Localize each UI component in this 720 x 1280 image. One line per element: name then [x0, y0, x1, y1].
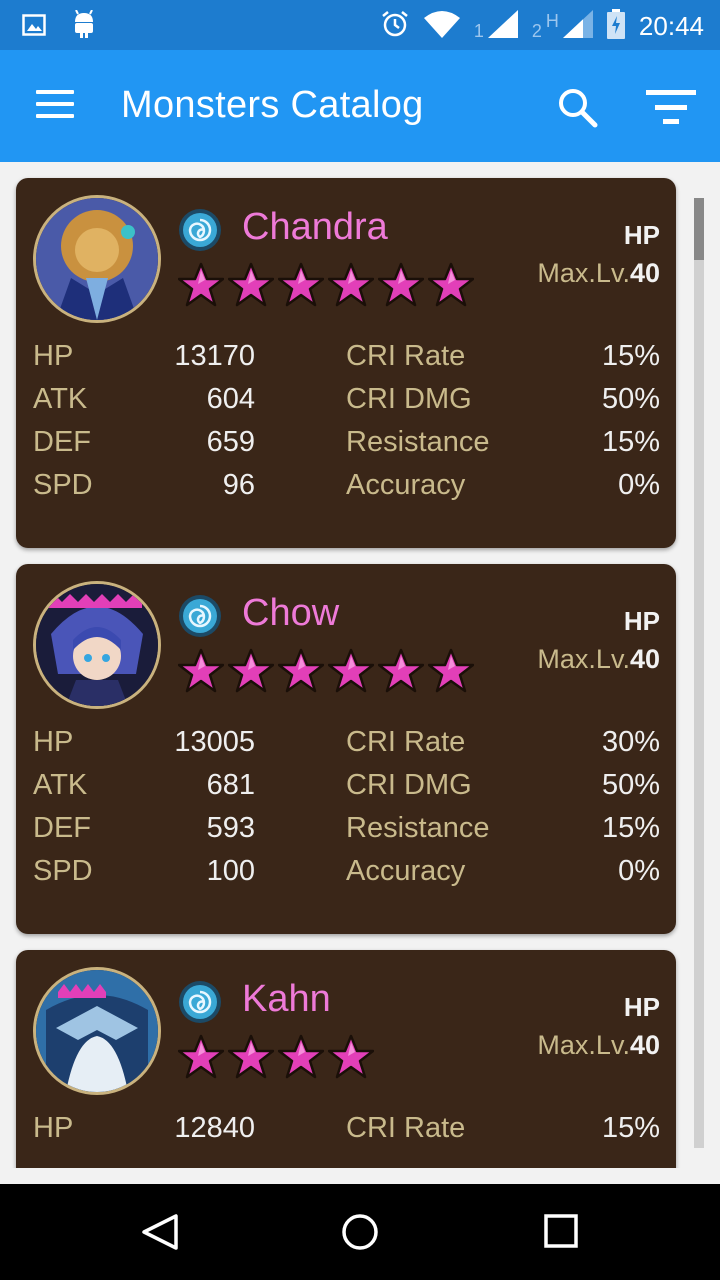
search-icon[interactable]	[556, 86, 600, 130]
scrollbar[interactable]	[694, 198, 704, 1148]
app-title: Monsters Catalog	[121, 84, 424, 126]
star-icon	[178, 262, 224, 307]
monster-avatar	[33, 581, 161, 709]
image-icon	[22, 13, 46, 42]
star-icon	[178, 1034, 224, 1079]
monster-type: HP	[623, 606, 660, 636]
star-icon	[278, 1034, 324, 1079]
star-rating	[178, 1034, 374, 1080]
sim1-label: 1	[473, 20, 484, 41]
stat-row: SPD 96 Accuracy 0%	[33, 469, 660, 501]
monster-type: HP	[623, 220, 660, 250]
sim2-label: 2	[531, 20, 542, 41]
stat-row: DEF 659 Resistance 15%	[33, 426, 660, 458]
star-icon	[328, 648, 374, 693]
star-icon	[428, 648, 474, 693]
monster-avatar	[33, 967, 161, 1095]
max-level: Max.Lv.40	[537, 1030, 660, 1060]
wind-attribute-icon	[178, 594, 222, 638]
signal-icon	[487, 9, 518, 43]
signal-icon	[562, 9, 593, 43]
stat-row: HP 12840 CRI Rate 15%	[33, 1112, 660, 1144]
network-type-label: H	[545, 10, 559, 31]
star-icon	[378, 262, 424, 307]
android-icon	[72, 9, 96, 45]
star-rating	[178, 262, 474, 308]
monster-list[interactable]: Chandra HP Max.Lv.40 HP 13170 CRI Rate 15% …	[0, 162, 720, 1168]
monster-type: HP	[623, 992, 660, 1022]
star-icon	[228, 1034, 274, 1079]
stat-row: HP 13005 CRI Rate 30%	[33, 726, 660, 758]
monster-name: Kahn	[242, 978, 331, 1020]
max-level: Max.Lv.40	[537, 258, 660, 288]
star-icon	[278, 262, 324, 307]
battery-charging-icon	[606, 8, 625, 44]
star-icon	[378, 648, 424, 693]
monster-name: Chandra	[242, 206, 388, 248]
star-icon	[278, 648, 324, 693]
star-icon	[428, 262, 474, 307]
monster-avatar	[33, 195, 161, 323]
filter-icon[interactable]	[646, 88, 698, 128]
star-icon	[228, 262, 274, 307]
star-rating	[178, 648, 474, 694]
star-icon	[328, 262, 374, 307]
max-level: Max.Lv.40	[537, 644, 660, 674]
navigation-bar	[0, 1184, 720, 1280]
wifi-icon	[423, 10, 460, 43]
stat-row: SPD 100 Accuracy 0%	[33, 855, 660, 887]
alarm-icon	[380, 9, 410, 44]
back-icon[interactable]	[140, 1212, 180, 1252]
stat-row: ATK 604 CRI DMG 50%	[33, 383, 660, 415]
monster-card[interactable]: Kahn HP Max.Lv.40 HP 12840 CRI Rate 15%	[16, 950, 676, 1168]
monster-name: Chow	[242, 592, 340, 634]
stat-row: HP 13170 CRI Rate 15%	[33, 340, 660, 372]
stat-row: DEF 593 Resistance 15%	[33, 812, 660, 844]
stat-row: ATK 681 CRI DMG 50%	[33, 769, 660, 801]
status-bar: 1 2 H 20:44	[0, 0, 720, 50]
star-icon	[178, 648, 224, 693]
monster-card[interactable]: Chow HP Max.Lv.40 HP 13005 CRI Rate 30% ATK…	[16, 564, 676, 934]
recents-icon[interactable]	[542, 1212, 582, 1252]
star-icon	[328, 1034, 374, 1079]
app-bar: Monsters Catalog	[0, 50, 720, 162]
wind-attribute-icon	[178, 208, 222, 252]
hamburger-menu-icon[interactable]	[36, 90, 76, 122]
scrollbar-thumb[interactable]	[694, 198, 704, 260]
star-icon	[228, 648, 274, 693]
monster-card[interactable]: Chandra HP Max.Lv.40 HP 13170 CRI Rate 15% …	[16, 178, 676, 548]
home-icon[interactable]	[340, 1212, 380, 1252]
wind-attribute-icon	[178, 980, 222, 1024]
clock: 20:44	[638, 10, 704, 41]
